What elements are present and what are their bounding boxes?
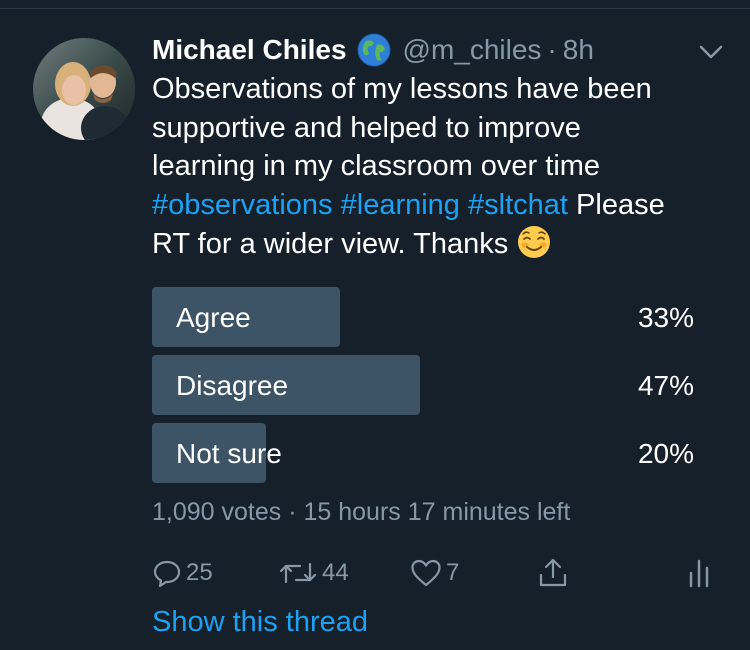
retweet-icon bbox=[278, 558, 318, 588]
tweet-header: Michael Chiles @m_chiles · 8h bbox=[152, 30, 723, 70]
chevron-down-icon[interactable] bbox=[697, 38, 725, 66]
author-handle[interactable]: @m_chiles bbox=[403, 34, 542, 66]
poll-option-label: Agree bbox=[176, 302, 251, 333]
globe-icon bbox=[357, 33, 391, 67]
reply-icon bbox=[152, 558, 182, 588]
tweet-time[interactable]: 8h bbox=[563, 34, 594, 66]
share-button[interactable] bbox=[537, 553, 569, 593]
retweet-button[interactable]: 44 bbox=[278, 553, 349, 593]
retweet-count: 44 bbox=[322, 559, 349, 586]
tweet-text-line-hashtags: #observations #learning #sltchat Please bbox=[152, 186, 712, 225]
poll-option: Disagree 47% bbox=[152, 355, 697, 415]
poll-option-label: Disagree bbox=[176, 370, 289, 401]
analytics-button[interactable] bbox=[687, 553, 711, 593]
poll-summary-separator: · bbox=[288, 498, 297, 526]
header-separator: · bbox=[547, 34, 557, 65]
poll-votes: 1,090 votes bbox=[152, 498, 282, 526]
tweet-text-line: learning in my classroom over time bbox=[152, 150, 601, 182]
reply-count: 25 bbox=[186, 559, 213, 586]
reply-button[interactable]: 25 bbox=[152, 553, 213, 593]
poll-summary: 1,090 votes · 15 hours 17 minutes left bbox=[152, 498, 570, 527]
avatar[interactable] bbox=[33, 38, 135, 140]
tweet-text-line: supportive and helped to improve bbox=[152, 111, 581, 144]
poll-time-left: 15 hours 17 minutes left bbox=[303, 498, 571, 526]
share-icon bbox=[537, 557, 569, 589]
poll-option: Not sure 20% bbox=[152, 423, 697, 483]
smiling-face-icon bbox=[516, 224, 552, 260]
poll-option-label: Not sure bbox=[176, 438, 282, 469]
poll-option-percent: 20% bbox=[637, 438, 694, 469]
analytics-icon bbox=[687, 557, 711, 589]
tweet-text-line: RT for a wider view. Thanks bbox=[152, 224, 712, 264]
tweet-text-line: Observations of my lessons have been bbox=[152, 73, 652, 105]
tweet-content: Michael Chiles @m_chiles · 8h Observatio… bbox=[152, 30, 723, 264]
tweet-text-fragment: RT for a wider view. Thanks bbox=[152, 228, 509, 260]
hashtag-link[interactable]: #sltchat bbox=[468, 189, 568, 221]
hashtag-link[interactable]: #learning bbox=[341, 189, 460, 221]
avatar-photo bbox=[33, 38, 135, 140]
tweet-text-fragment: Please bbox=[576, 188, 665, 221]
poll-option: Agree 33% bbox=[152, 287, 697, 347]
poll-option-percent: 33% bbox=[637, 302, 694, 333]
tweet-actions: 25 44 7 bbox=[152, 553, 712, 593]
show-thread-link[interactable]: Show this thread bbox=[152, 606, 368, 639]
like-button[interactable]: 7 bbox=[410, 553, 459, 593]
author-name[interactable]: Michael Chiles bbox=[152, 34, 347, 66]
heart-icon bbox=[410, 558, 442, 588]
tweet[interactable]: Michael Chiles @m_chiles · 8h Observatio… bbox=[0, 0, 750, 650]
poll: Agree 33% Disagree 47% Not sure 20% bbox=[152, 287, 697, 491]
poll-option-percent: 47% bbox=[637, 370, 694, 401]
tweet-text: Observations of my lessons have been sup… bbox=[152, 70, 712, 264]
hashtag-link[interactable]: #observations bbox=[152, 189, 333, 221]
like-count: 7 bbox=[446, 559, 460, 586]
